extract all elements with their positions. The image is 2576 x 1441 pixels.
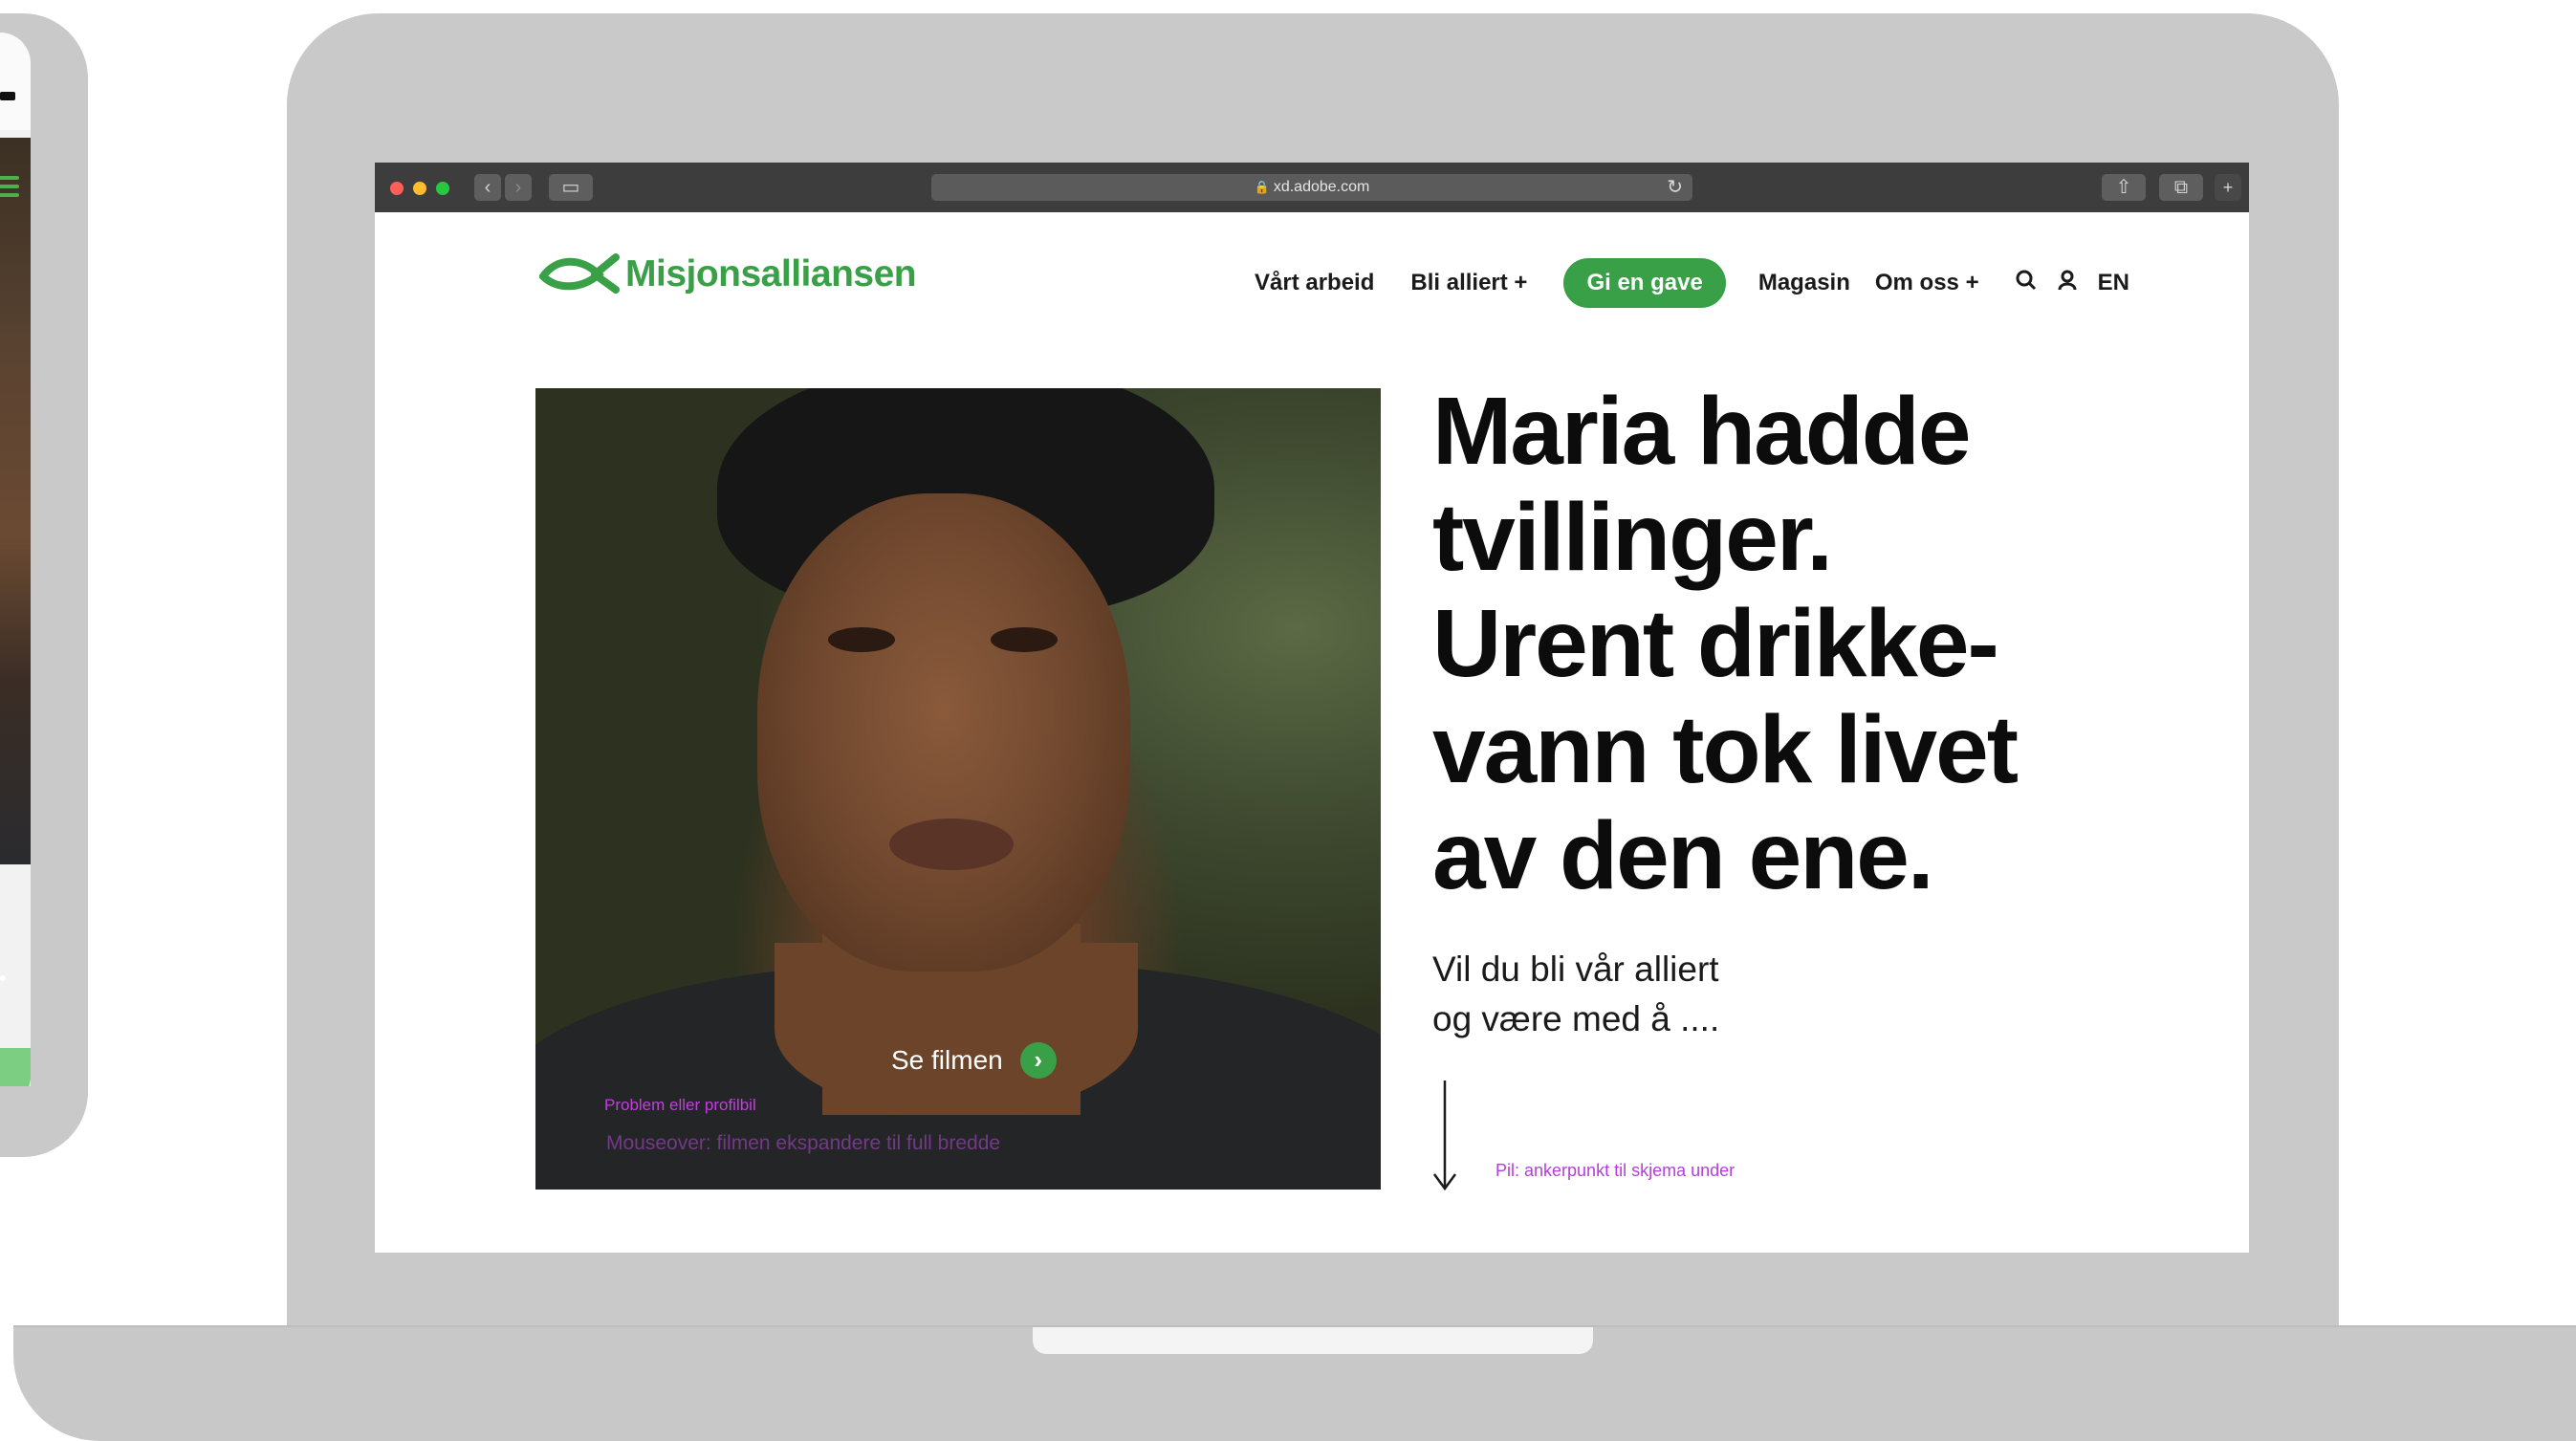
arrow-down-icon[interactable] xyxy=(1430,1081,1459,1191)
headline-line: Urent drikke- xyxy=(1432,590,1999,697)
intro-text: Vil du bli vår alliert og være med å ...… xyxy=(1432,945,1719,1044)
design-annotation-problem: Problem eller profilbil xyxy=(604,1096,756,1114)
hero-face-shape xyxy=(757,493,1130,972)
play-video-link[interactable]: Se filmen › xyxy=(891,1042,1057,1079)
reload-icon[interactable]: ↻ xyxy=(1667,174,1683,201)
close-window-icon[interactable] xyxy=(390,182,404,195)
fish-logo-icon xyxy=(539,253,620,294)
phone-screen xyxy=(0,130,31,1086)
nav-item-vart-arbeid[interactable]: Vårt arbeid xyxy=(1255,270,1374,296)
battery-icon xyxy=(0,92,15,100)
hero-portrait-image[interactable]: Se filmen › Problem eller profilbil Mous… xyxy=(535,388,1381,1190)
site-logo[interactable]: Misjonsalliansen xyxy=(539,251,917,298)
headline-line: tvillinger. xyxy=(1432,484,1833,591)
hero-right-eye xyxy=(991,627,1058,652)
phone-bottom-bar xyxy=(0,1048,31,1086)
intro-line: og være med å .... xyxy=(1432,999,1720,1038)
headline-line: vann tok livet xyxy=(1432,696,2019,803)
phone-mockup: ave xyxy=(0,13,88,1157)
language-switch[interactable]: EN xyxy=(2098,270,2129,296)
forward-arrow-icon[interactable]: › xyxy=(505,174,532,201)
lock-icon: 🔒 xyxy=(1254,180,1270,194)
share-icon[interactable]: ⇧ xyxy=(2102,174,2146,201)
phone-bullet xyxy=(0,975,6,981)
hero-lips xyxy=(889,819,1014,870)
headline-line: av den ene. xyxy=(1432,802,1934,909)
search-icon[interactable] xyxy=(2016,270,2037,297)
phone-status-area xyxy=(0,33,31,130)
user-icon[interactable] xyxy=(2058,270,2077,297)
phone-hero-image xyxy=(0,138,31,864)
zoom-window-icon[interactable] xyxy=(436,182,449,195)
nav-item-bli-alliert[interactable]: Bli alliert + xyxy=(1410,270,1527,296)
tabs-icon[interactable]: ⧉ xyxy=(2159,174,2203,201)
hamburger-menu-icon[interactable] xyxy=(0,176,19,197)
nav-item-om-oss[interactable]: Om oss + xyxy=(1875,270,1979,296)
chevron-right-icon[interactable]: › xyxy=(1019,1042,1057,1079)
back-arrow-icon[interactable]: ‹ xyxy=(474,174,501,201)
minimize-window-icon[interactable] xyxy=(413,182,426,195)
new-tab-icon[interactable]: + xyxy=(2215,174,2241,201)
page-headline: Maria hadde tvillinger. Urent drikke- va… xyxy=(1432,379,2197,909)
design-annotation-mouseover: Mouseover: filmen ekspandere til full br… xyxy=(606,1132,1001,1154)
play-video-label: Se filmen xyxy=(891,1045,1003,1075)
logo-text: Misjonsalliansen xyxy=(625,253,917,295)
browser-toolbar: ‹ › ▭ 🔒 xd.adobe.com ↻ ⇧ ⧉ + xyxy=(375,163,2249,212)
headline-line: Maria hadde xyxy=(1432,378,1972,485)
laptop-screen: ‹ › ▭ 🔒 xd.adobe.com ↻ ⇧ ⧉ + Misjonsallia… xyxy=(375,163,2249,1253)
nav-item-magasin[interactable]: Magasin xyxy=(1758,270,1850,296)
url-text: xd.adobe.com xyxy=(1273,179,1370,195)
laptop-notch xyxy=(1033,1327,1593,1354)
main-nav: Vårt arbeid Bli alliert + Gi en gave Mag… xyxy=(1255,258,2129,308)
gift-button[interactable]: Gi en gave xyxy=(1563,258,1726,308)
intro-line: Vil du bli vår alliert xyxy=(1432,950,1719,989)
address-bar[interactable]: 🔒 xd.adobe.com ↻ xyxy=(931,174,1692,201)
design-annotation-arrow: Pil: ankerpunkt til skjema under xyxy=(1495,1161,1736,1180)
hero-left-eye xyxy=(828,627,895,652)
sidebar-icon[interactable]: ▭ xyxy=(549,174,593,201)
